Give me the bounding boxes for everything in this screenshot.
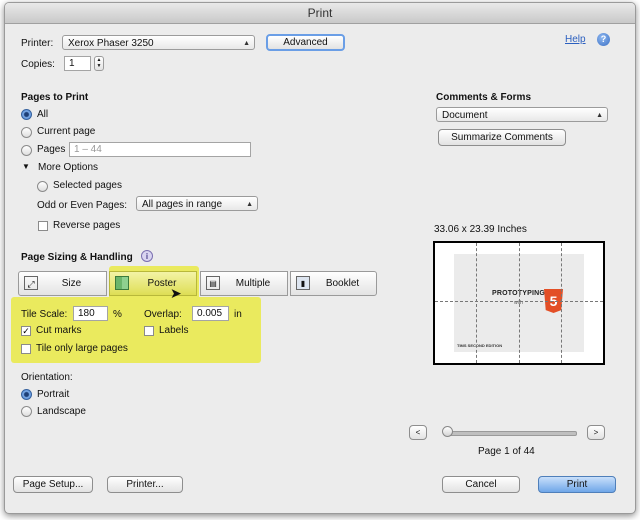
page-counter: Page 1 of 44 (478, 446, 535, 457)
all-pages-radio[interactable] (21, 109, 32, 120)
pages-range-label: Pages (37, 144, 66, 155)
odd-even-value: All pages in range (142, 199, 223, 210)
preview-size-label: 33.06 x 23.39 Inches (434, 224, 527, 235)
checkmark-icon: ✓ (22, 326, 30, 336)
tile-guide-v1 (476, 243, 477, 363)
labels-checkbox[interactable] (144, 326, 154, 336)
selected-pages-radio[interactable] (37, 181, 48, 192)
overlap-field[interactable]: 0.005 (192, 306, 229, 321)
selected-pages-label: Selected pages (53, 180, 122, 191)
tile-large-checkbox[interactable] (21, 344, 31, 354)
more-options-label[interactable]: More Options (38, 162, 98, 173)
prev-page-button[interactable]: < (409, 425, 427, 440)
updown-arrows-icon: ▲ (246, 201, 253, 208)
size-mode-label: Size (61, 278, 82, 289)
multiple-mode-button[interactable]: ▤ Multiple (200, 271, 288, 296)
disclosure-triangle-icon[interactable]: ▼ (22, 162, 30, 171)
tile-scale-field[interactable]: 180 (73, 306, 108, 321)
next-page-button[interactable]: > (587, 425, 605, 440)
booklet-icon: ▮ (296, 276, 310, 290)
copies-stepper[interactable]: ▲ ▼ (94, 56, 104, 71)
overlap-unit: in (234, 309, 242, 320)
copies-field[interactable]: 1 (64, 56, 91, 71)
odd-even-select[interactable]: All pages in range ▲ (136, 196, 258, 211)
tile-scale-unit: % (113, 309, 122, 320)
poster-mode-button[interactable]: Poster ➤ (109, 271, 197, 301)
tile-guide-v2 (519, 243, 520, 363)
preview-frame: PROTOTYPING with 5 TIMS SECOND EDITION (433, 241, 605, 365)
multiple-mode-label: Multiple (235, 278, 271, 289)
tile-scale-label: Tile Scale: (21, 309, 68, 320)
comments-select-value: Document (442, 110, 488, 121)
landscape-radio[interactable] (21, 406, 32, 417)
portrait-label: Portrait (37, 389, 70, 400)
pages-to-print-heading: Pages to Print (21, 92, 89, 103)
portrait-radio[interactable] (21, 389, 32, 400)
cut-marks-label: Cut marks (36, 325, 82, 336)
pages-range-radio[interactable] (21, 145, 32, 156)
page-setup-button[interactable]: Page Setup... (13, 476, 93, 493)
printer-label: Printer: (21, 38, 54, 49)
page-slider-thumb[interactable] (442, 426, 453, 437)
printer-select[interactable]: Xerox Phaser 3250 ▲ (62, 35, 255, 50)
reverse-pages-label: Reverse pages (53, 220, 121, 231)
poster-icon (115, 276, 129, 290)
overlap-label: Overlap: (144, 309, 182, 320)
odd-even-label: Odd or Even Pages: (37, 200, 128, 211)
poster-mode-label: Poster (147, 278, 177, 289)
print-dialog: Print Printer: Xerox Phaser 3250 ▲ Advan… (4, 2, 636, 514)
reverse-pages-checkbox[interactable] (38, 221, 48, 231)
updown-arrows-icon: ▲ (596, 112, 603, 119)
help-link[interactable]: Help (565, 34, 586, 45)
advanced-button[interactable]: Advanced (266, 34, 345, 51)
copies-label: Copies: (21, 59, 55, 70)
page-sizing-heading: Page Sizing & Handling (21, 252, 133, 263)
all-pages-label: All (37, 109, 49, 120)
cut-marks-checkbox[interactable]: ✓ (21, 326, 31, 336)
orientation-label: Orientation: (21, 372, 73, 383)
booklet-mode-label: Booklet (325, 278, 360, 289)
landscape-label: Landscape (37, 406, 86, 417)
size-mode-button[interactable]: ⤢ Size (18, 271, 107, 296)
preview-image-footer: TIMS SECOND EDITION (457, 343, 503, 348)
help-icon[interactable]: ? (597, 33, 610, 46)
pages-range-field[interactable]: 1 – 44 (69, 142, 251, 157)
print-button[interactable]: Print (538, 476, 616, 493)
tile-guide-h1 (435, 301, 603, 302)
mouse-cursor-icon: ➤ (170, 285, 182, 301)
booklet-mode-button[interactable]: ▮ Booklet (290, 271, 377, 296)
tile-guide-v3 (561, 243, 562, 363)
multiple-icon: ▤ (206, 276, 220, 290)
updown-arrows-icon: ▲ (243, 40, 250, 47)
current-page-radio[interactable] (21, 127, 32, 138)
comments-select[interactable]: Document ▲ (436, 107, 608, 122)
cancel-button[interactable]: Cancel (442, 476, 520, 493)
summarize-comments-button[interactable]: Summarize Comments (438, 129, 566, 146)
comments-heading: Comments & Forms (436, 92, 532, 103)
window-title: Print (5, 3, 635, 24)
page-slider-track[interactable] (445, 431, 577, 436)
current-page-label: Current page (37, 126, 96, 137)
printer-button[interactable]: Printer... (107, 476, 183, 493)
size-icon: ⤢ (24, 276, 38, 290)
labels-label: Labels (159, 325, 189, 336)
printer-select-value: Xerox Phaser 3250 (68, 38, 154, 49)
info-icon[interactable]: i (141, 250, 153, 262)
tile-large-label: Tile only large pages (36, 343, 128, 354)
